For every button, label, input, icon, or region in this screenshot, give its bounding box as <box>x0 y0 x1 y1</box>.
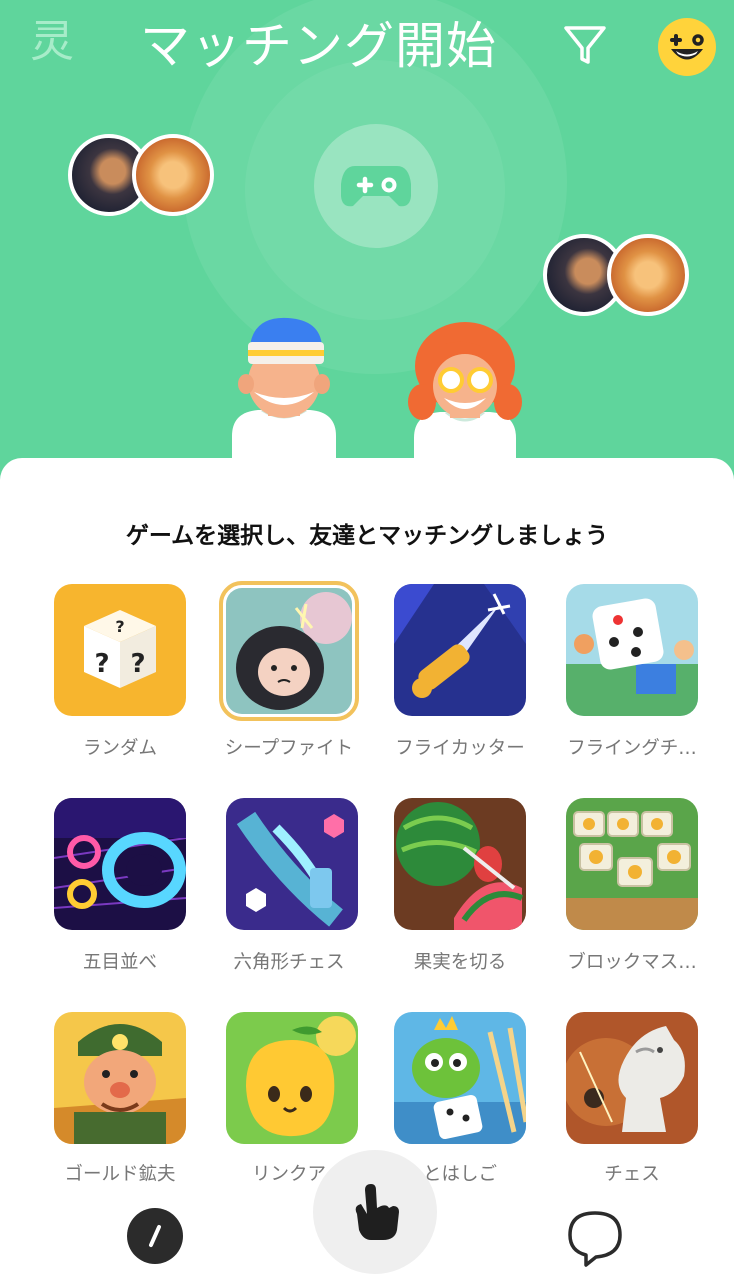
game-label: シープファイト <box>224 738 354 759</box>
girl-character-illustration <box>408 322 522 466</box>
sheet-subtitle: ゲームを選択し、友達とマッチングしましょう <box>125 523 609 549</box>
game-tile-gold-miner[interactable] <box>54 1012 186 1144</box>
game-tile-gomoku[interactable] <box>54 798 186 930</box>
game-label: 果実を切る <box>413 952 507 973</box>
hand-gesture-icon <box>355 1184 399 1240</box>
hex-chess-image <box>226 798 358 930</box>
game-label: チェス <box>604 1164 660 1185</box>
nav-chat-button[interactable] <box>566 1209 624 1271</box>
game-label: ブロックマス… <box>567 952 697 973</box>
svg-text:?: ? <box>115 617 124 636</box>
game-tile-link[interactable] <box>226 1012 358 1144</box>
smiley-icon[interactable] <box>658 18 716 76</box>
app-logo: 灵 <box>30 16 74 67</box>
compass-icon <box>127 1208 183 1264</box>
game-label: フライカッター <box>395 738 525 759</box>
filter-icon[interactable] <box>562 22 608 72</box>
gamepad-icon <box>341 166 411 207</box>
page-title: マッチング開始 <box>140 17 497 75</box>
game-label: ランダム <box>82 738 157 759</box>
svg-text:?: ? <box>130 649 145 679</box>
fly-cutter-image <box>394 584 526 716</box>
avatar <box>132 134 214 216</box>
svg-text:?: ? <box>94 649 109 679</box>
gold-miner-image <box>54 1012 186 1144</box>
gamepad-button[interactable] <box>314 124 438 248</box>
snakes-ladders-image <box>394 1012 526 1144</box>
match-header-area: 灵 マッチング開始 <box>0 0 734 480</box>
fruit-cut-image <box>394 798 526 930</box>
game-tile-flying-chess[interactable] <box>566 584 698 716</box>
flying-chess-image <box>566 584 698 716</box>
game-tile-fruit-cut[interactable] <box>394 798 526 930</box>
game-tile-chess[interactable] <box>566 1012 698 1144</box>
game-label: 五目並べ <box>82 952 157 973</box>
game-label: フライングチ… <box>567 738 697 759</box>
gomoku-image <box>54 798 186 930</box>
game-tile-snakes-ladders[interactable] <box>394 1012 526 1144</box>
game-tile-block-master[interactable] <box>566 798 698 930</box>
game-tile-fly-cutter[interactable] <box>394 584 526 716</box>
avatar <box>607 234 689 316</box>
chess-image <box>566 1012 698 1144</box>
chat-bubble-icon <box>568 1211 622 1267</box>
game-tile-hex-chess[interactable] <box>226 798 358 930</box>
sheep-fight-image <box>226 588 352 714</box>
link-game-image <box>226 1012 358 1144</box>
random-dice-icon: ? ? ? <box>54 584 186 716</box>
game-tile-random[interactable]: ? ? ? <box>54 584 186 716</box>
nav-compass-button[interactable] <box>126 1207 184 1269</box>
game-tile-sheep-fight[interactable] <box>219 581 359 721</box>
block-master-image <box>566 798 698 930</box>
game-label: 六角形チェス <box>233 952 345 973</box>
game-label: ゴールド鉱夫 <box>64 1164 176 1185</box>
player-avatars-left <box>68 134 218 216</box>
nav-match-button[interactable] <box>313 1150 437 1274</box>
player-avatars-right <box>543 234 693 316</box>
boy-character-illustration <box>232 317 336 466</box>
